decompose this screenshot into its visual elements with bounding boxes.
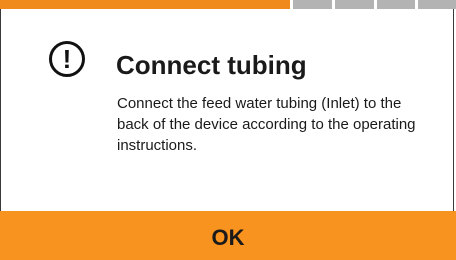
progress-segment-done	[0, 0, 291, 9]
exclamation-circle-icon: !	[49, 41, 85, 77]
progress-bar	[0, 0, 456, 9]
progress-segment	[376, 0, 416, 9]
progress-segment	[293, 0, 332, 9]
progress-segment	[418, 0, 456, 9]
ok-button[interactable]: OK	[0, 211, 456, 260]
dialog-title: Connect tubing	[116, 50, 307, 80]
dialog-message: Connect the feed water tubing (Inlet) to…	[117, 95, 416, 154]
progress-segment	[334, 0, 374, 9]
